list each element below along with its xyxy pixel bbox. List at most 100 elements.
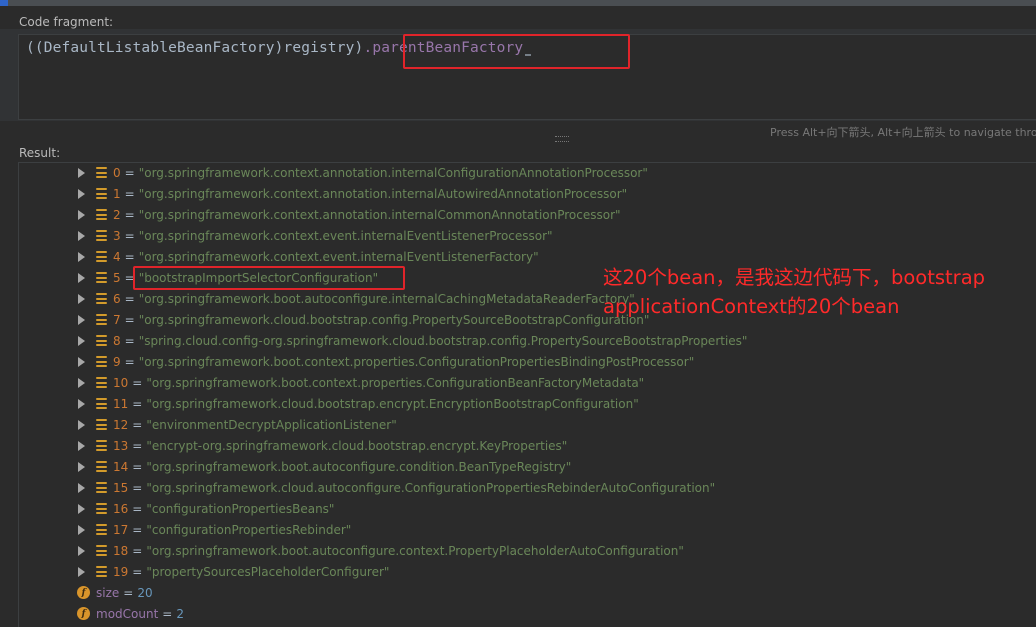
list-item-icon	[96, 461, 107, 472]
tree-row[interactable]: 18 = "org.springframework.boot.autoconfigu…	[78, 540, 684, 561]
item-value: "org.springframework.context.annotation.…	[138, 165, 648, 180]
item-value: "propertySourcesPlaceholderConfigurer"	[146, 564, 390, 579]
tree-row[interactable]: 10 = "org.springframework.boot.context.pro…	[78, 372, 644, 393]
item-index: 0	[113, 165, 121, 180]
expand-arrow-icon[interactable]	[78, 503, 85, 514]
item-value: "org.springframework.context.event.inter…	[138, 228, 553, 243]
tree-row[interactable]: 9 = "org.springframework.boot.context.prop…	[78, 351, 694, 372]
equals-sign: =	[132, 564, 143, 579]
expand-arrow-icon[interactable]	[78, 230, 85, 241]
list-item-icon	[96, 545, 107, 556]
field-name: modCount	[96, 606, 159, 621]
expand-arrow-icon[interactable]	[78, 440, 85, 451]
expand-arrow-icon[interactable]	[78, 314, 85, 325]
equals-sign: =	[124, 249, 135, 264]
equals-sign: =	[123, 585, 134, 600]
item-index: 13	[113, 438, 129, 453]
expand-arrow-icon[interactable]	[78, 461, 85, 472]
item-index: 6	[113, 291, 121, 306]
equals-sign: =	[132, 375, 143, 390]
item-value: "environmentDecryptApplicationListener"	[146, 417, 397, 432]
equals-sign: =	[162, 606, 173, 621]
tree-row[interactable]: 13 = "encrypt-org.springframework.cloud.bo…	[78, 435, 567, 456]
equals-sign: =	[132, 480, 143, 495]
item-index: 3	[113, 228, 121, 243]
list-item-icon	[96, 398, 107, 409]
item-value: "org.springframework.cloud.bootstrap.enc…	[146, 396, 639, 411]
tree-row[interactable]: 19 = "propertySourcesPlaceholderConfigurer…	[78, 561, 389, 582]
expand-arrow-icon[interactable]	[78, 524, 85, 535]
equals-sign: =	[132, 438, 143, 453]
code-fragment-label: Code fragment:	[19, 15, 114, 29]
tree-row[interactable]: 0 = "org.springframework.context.annotatio…	[78, 162, 648, 183]
expand-arrow-icon[interactable]	[78, 419, 85, 430]
equals-sign: =	[124, 207, 135, 222]
tree-row[interactable]: 7 = "org.springframework.cloud.bootstrap.c…	[78, 309, 649, 330]
annotation-text: 这20个bean，是我这边代码下，bootstrap applicationCo…	[603, 266, 986, 318]
item-index: 18	[113, 543, 129, 558]
expand-arrow-icon[interactable]	[78, 293, 85, 304]
tree-row[interactable]: 6 = "org.springframework.boot.autoconfigur…	[78, 288, 635, 309]
tree-row[interactable]: 12 = "environmentDecryptApplicationListene…	[78, 414, 397, 435]
tree-row[interactable]: 16 = "configurationPropertiesBeans"	[78, 498, 334, 519]
expand-arrow-icon[interactable]	[78, 545, 85, 556]
expand-arrow-icon[interactable]	[78, 566, 85, 577]
splitter-grip[interactable]	[555, 136, 569, 142]
expand-arrow-icon[interactable]	[78, 251, 85, 262]
equals-sign: =	[124, 354, 135, 369]
list-item-icon	[96, 272, 107, 283]
expand-arrow-icon[interactable]	[78, 482, 85, 493]
equals-sign: =	[132, 543, 143, 558]
item-index: 8	[113, 333, 121, 348]
window-top-border	[0, 0, 1036, 6]
field-row[interactable]: f size = 20	[77, 582, 153, 603]
item-value: "spring.cloud.config-org.springframework…	[138, 333, 748, 348]
expand-arrow-icon[interactable]	[78, 398, 85, 409]
list-item-icon	[96, 209, 107, 220]
expand-arrow-icon[interactable]	[78, 167, 85, 178]
expand-arrow-icon[interactable]	[78, 356, 85, 367]
tree-row[interactable]: 2 = "org.springframework.context.annotatio…	[78, 204, 621, 225]
field-icon: f	[77, 607, 90, 620]
list-item-icon	[96, 335, 107, 346]
item-value: "configurationPropertiesRebinder"	[146, 522, 352, 537]
tree-row[interactable]: 11 = "org.springframework.cloud.bootstrap.…	[78, 393, 639, 414]
item-value: "org.springframework.boot.context.proper…	[138, 354, 695, 369]
tree-row[interactable]: 17 = "configurationPropertiesRebinder"	[78, 519, 351, 540]
tree-row[interactable]: 15 = "org.springframework.cloud.autoconfig…	[78, 477, 715, 498]
window-accent	[0, 0, 8, 6]
expand-arrow-icon[interactable]	[78, 335, 85, 346]
item-index: 12	[113, 417, 129, 432]
item-index: 10	[113, 375, 129, 390]
item-index: 7	[113, 312, 121, 327]
item-value: "org.springframework.context.annotation.…	[138, 207, 621, 222]
list-item-icon	[96, 188, 107, 199]
field-name: size	[96, 585, 120, 600]
expand-arrow-icon[interactable]	[78, 272, 85, 283]
list-item-icon	[96, 251, 107, 262]
equals-sign: =	[124, 186, 135, 201]
item-index: 16	[113, 501, 129, 516]
expand-arrow-icon[interactable]	[78, 209, 85, 220]
tree-row[interactable]: 3 = "org.springframework.context.event.int…	[78, 225, 553, 246]
item-value: "org.springframework.boot.autoconfigure.…	[146, 543, 684, 558]
list-item-icon	[96, 356, 107, 367]
result-label: Result:	[19, 146, 61, 160]
field-value: 2	[176, 606, 184, 621]
item-index: 2	[113, 207, 121, 222]
tree-row[interactable]: 1 = "org.springframework.context.annotatio…	[78, 183, 627, 204]
equals-sign: =	[124, 333, 135, 348]
list-item-icon	[96, 314, 107, 325]
equals-sign: =	[132, 522, 143, 537]
tree-row[interactable]: 8 = "spring.cloud.config-org.springframewo…	[78, 330, 747, 351]
tree-row[interactable]: 14 = "org.springframework.boot.autoconfigu…	[78, 456, 571, 477]
field-row[interactable]: f modCount = 2	[77, 603, 184, 624]
expand-arrow-icon[interactable]	[78, 188, 85, 199]
list-item-icon	[96, 524, 107, 535]
tree-row[interactable]: 4 = "org.springframework.context.event.int…	[78, 246, 539, 267]
item-index: 11	[113, 396, 129, 411]
expand-arrow-icon[interactable]	[78, 377, 85, 388]
item-value: "org.springframework.boot.autoconfigure.…	[138, 291, 635, 306]
list-item-icon	[96, 230, 107, 241]
field-value: 20	[137, 585, 153, 600]
